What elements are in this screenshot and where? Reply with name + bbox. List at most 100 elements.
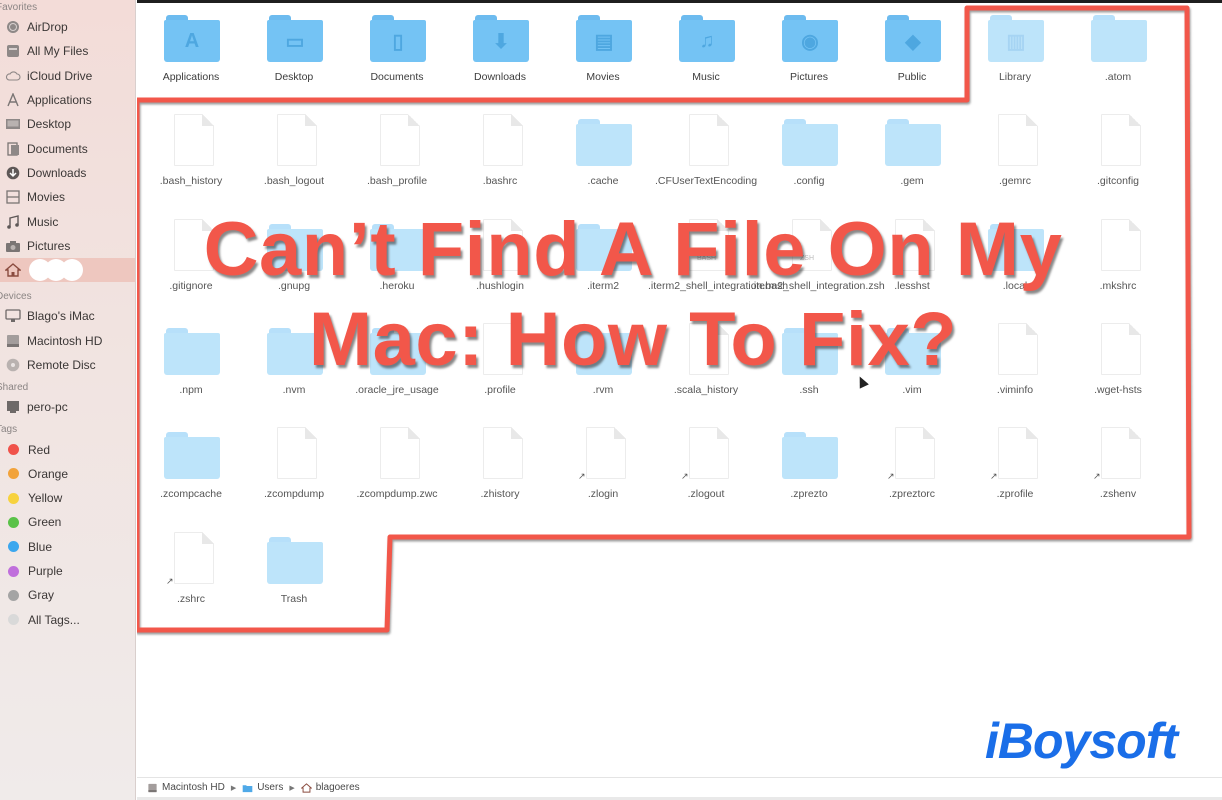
file-item-cfusertextencoding[interactable]: .CFUserTextEncoding [654, 112, 758, 212]
sidebar-tag-orange[interactable]: Orange [0, 462, 135, 486]
file-item-documents[interactable]: ▯ Documents [345, 8, 449, 108]
harddisk-icon [4, 334, 21, 348]
file-item-downloads[interactable]: ⬇ Downloads [448, 8, 552, 108]
sidebar-item-pictures[interactable]: Pictures [0, 234, 135, 258]
file-item-atom[interactable]: .atom [1066, 8, 1170, 108]
tag-color-dot-icon [8, 589, 19, 601]
sidebar-item-icloud-drive[interactable]: iCloud Drive [0, 64, 135, 88]
folder-icon [1091, 8, 1147, 64]
sidebar-tag-green[interactable]: Green [0, 510, 135, 534]
pictures-icon [4, 239, 21, 253]
alias-arrow-icon: ↗ [166, 576, 174, 586]
sidebar-item-music[interactable]: Music [0, 209, 135, 233]
sidebar-item-label: Documents [27, 141, 88, 156]
file-item-bash-history[interactable]: .bash_history [139, 112, 243, 212]
file-item-music[interactable]: ♫ Music [654, 8, 758, 108]
sidebar-item-movies[interactable]: Movies [0, 185, 135, 209]
path-item-blagoeres[interactable]: blagoeres [300, 782, 360, 793]
path-item-label: Macintosh HD [162, 782, 225, 793]
file-item-config[interactable]: .config [757, 112, 861, 212]
file-item-zprezto[interactable]: .zprezto [757, 425, 861, 525]
document-file-icon [164, 112, 220, 168]
file-item-zhistory[interactable]: .zhistory [448, 425, 552, 525]
folder-icon: ▤ [576, 8, 632, 64]
sidebar-tag-gray[interactable]: Gray [0, 583, 135, 607]
sidebar-tag-purple[interactable]: Purple [0, 559, 135, 583]
sidebar-item-documents[interactable]: Documents [0, 136, 135, 160]
headline-line-1: Can’t Find A File On My [203, 207, 1063, 292]
file-name-label: Movies [586, 71, 620, 83]
file-name-label: Desktop [274, 71, 314, 83]
sidebar-tag-red[interactable]: Red [0, 437, 135, 461]
file-name-label: .bashrc [482, 175, 518, 187]
file-item-zlogout[interactable]: ↗ .zlogout [654, 425, 758, 525]
file-item-zpreztorc[interactable]: ↗ .zpreztorc [860, 425, 964, 525]
file-item-desktop[interactable]: ▭ Desktop [242, 8, 346, 108]
file-name-label: .zcompcache [160, 488, 222, 500]
file-item-zcompcache[interactable]: .zcompcache [139, 425, 243, 525]
file-item-gem[interactable]: .gem [860, 112, 964, 212]
sidebar-item-airdrop[interactable]: AirDrop [0, 15, 135, 39]
file-name-label: Library [998, 71, 1032, 83]
sidebar-tag-yellow[interactable]: Yellow [0, 486, 135, 510]
file-item-pictures[interactable]: ◉ Pictures [757, 8, 861, 108]
sidebar-item-macintosh-hd[interactable]: Macintosh HD [0, 329, 135, 353]
folder-icon: A [164, 8, 220, 64]
documents-icon [4, 141, 21, 156]
file-item-zlogin[interactable]: ↗ .zlogin [551, 425, 655, 525]
file-item-bashrc[interactable]: .bashrc [448, 112, 552, 212]
sidebar-item-all-my-files[interactable]: All My Files [0, 39, 135, 63]
imac-icon [4, 309, 21, 323]
file-name-label: .rvm [592, 384, 614, 396]
alias-arrow-icon: ↗ [578, 471, 586, 481]
sidebar-section-shared: Shared [0, 382, 29, 394]
file-item-gemrc[interactable]: .gemrc [963, 112, 1067, 212]
sidebar-item-label: Desktop [27, 117, 72, 132]
file-item-bash-logout[interactable]: .bash_logout [242, 112, 346, 212]
sidebar-item-applications[interactable]: Applications [0, 88, 135, 112]
file-item-movies[interactable]: ▤ Movies [551, 8, 655, 108]
sidebar-tag-blue[interactable]: Blue [0, 535, 135, 559]
file-item-zprofile[interactable]: ↗ .zprofile [963, 425, 1067, 525]
file-item-public[interactable]: ◆ Public [860, 8, 964, 108]
iboysoft-logo: iBoysoft [985, 713, 1178, 769]
file-name-label: .atom [1104, 71, 1132, 83]
sidebar-tag-all-tags[interactable]: All Tags... [0, 608, 135, 632]
path-item-label: blagoeres [315, 782, 360, 793]
file-item-library[interactable]: ▥ Library [963, 8, 1067, 108]
file-item-applications[interactable]: A Applications [139, 8, 243, 108]
sidebar-item-desktop[interactable]: Desktop [0, 112, 135, 136]
home-icon [4, 263, 21, 277]
file-item-zcompdump[interactable]: .zcompdump [242, 425, 346, 525]
favorites-list: AirDrop All My Files iCloud Drive Applicati… [0, 15, 135, 258]
file-name-label: Pictures [790, 71, 828, 83]
file-item-trash[interactable]: Trash [242, 530, 346, 630]
finder-sidebar: Favorites AirDrop All My Files iCloud Driv… [0, 0, 136, 800]
sidebar-item-pero-pc[interactable]: pero-pc [0, 395, 135, 419]
file-name-label: .viminfo [996, 384, 1034, 396]
file-item-zshrc[interactable]: ↗ .zshrc [139, 530, 243, 630]
harddisk-icon [147, 783, 158, 793]
sidebar-item-label: Macintosh HD [27, 333, 103, 348]
sidebar-item-home[interactable] [0, 257, 135, 283]
sidebar-tag-label: Blue [28, 539, 53, 554]
file-name-label: .cache [587, 175, 619, 187]
sidebar-item-downloads[interactable]: Downloads [0, 161, 135, 185]
file-item-bash-profile[interactable]: .bash_profile [345, 112, 449, 212]
file-name-label: .zlogout [687, 488, 725, 500]
folder-icon: ⬇ [473, 8, 529, 64]
sidebar-item-remote-disc[interactable]: Remote Disc [0, 353, 135, 377]
document-file-icon [988, 112, 1044, 168]
alias-file-icon: ↗ [885, 425, 941, 481]
tag-color-dot-icon [8, 516, 19, 528]
path-item-users[interactable]: Users [242, 782, 283, 793]
file-item-gitconfig[interactable]: .gitconfig [1066, 112, 1170, 212]
file-name-label: .oracle_jre_usage [355, 384, 439, 396]
sidebar-item-blago-s-imac[interactable]: Blago's iMac [0, 304, 135, 328]
file-item-cache[interactable]: .cache [551, 112, 655, 212]
sidebar-item-label: All My Files [27, 44, 89, 59]
file-item-zcompdump-zwc[interactable]: .zcompdump.zwc [345, 425, 449, 525]
sidebar-tag-label: Green [28, 515, 62, 530]
path-item-macintosh-hd[interactable]: Macintosh HD [147, 782, 225, 793]
file-item-zshenv[interactable]: ↗ .zshenv [1066, 425, 1170, 525]
